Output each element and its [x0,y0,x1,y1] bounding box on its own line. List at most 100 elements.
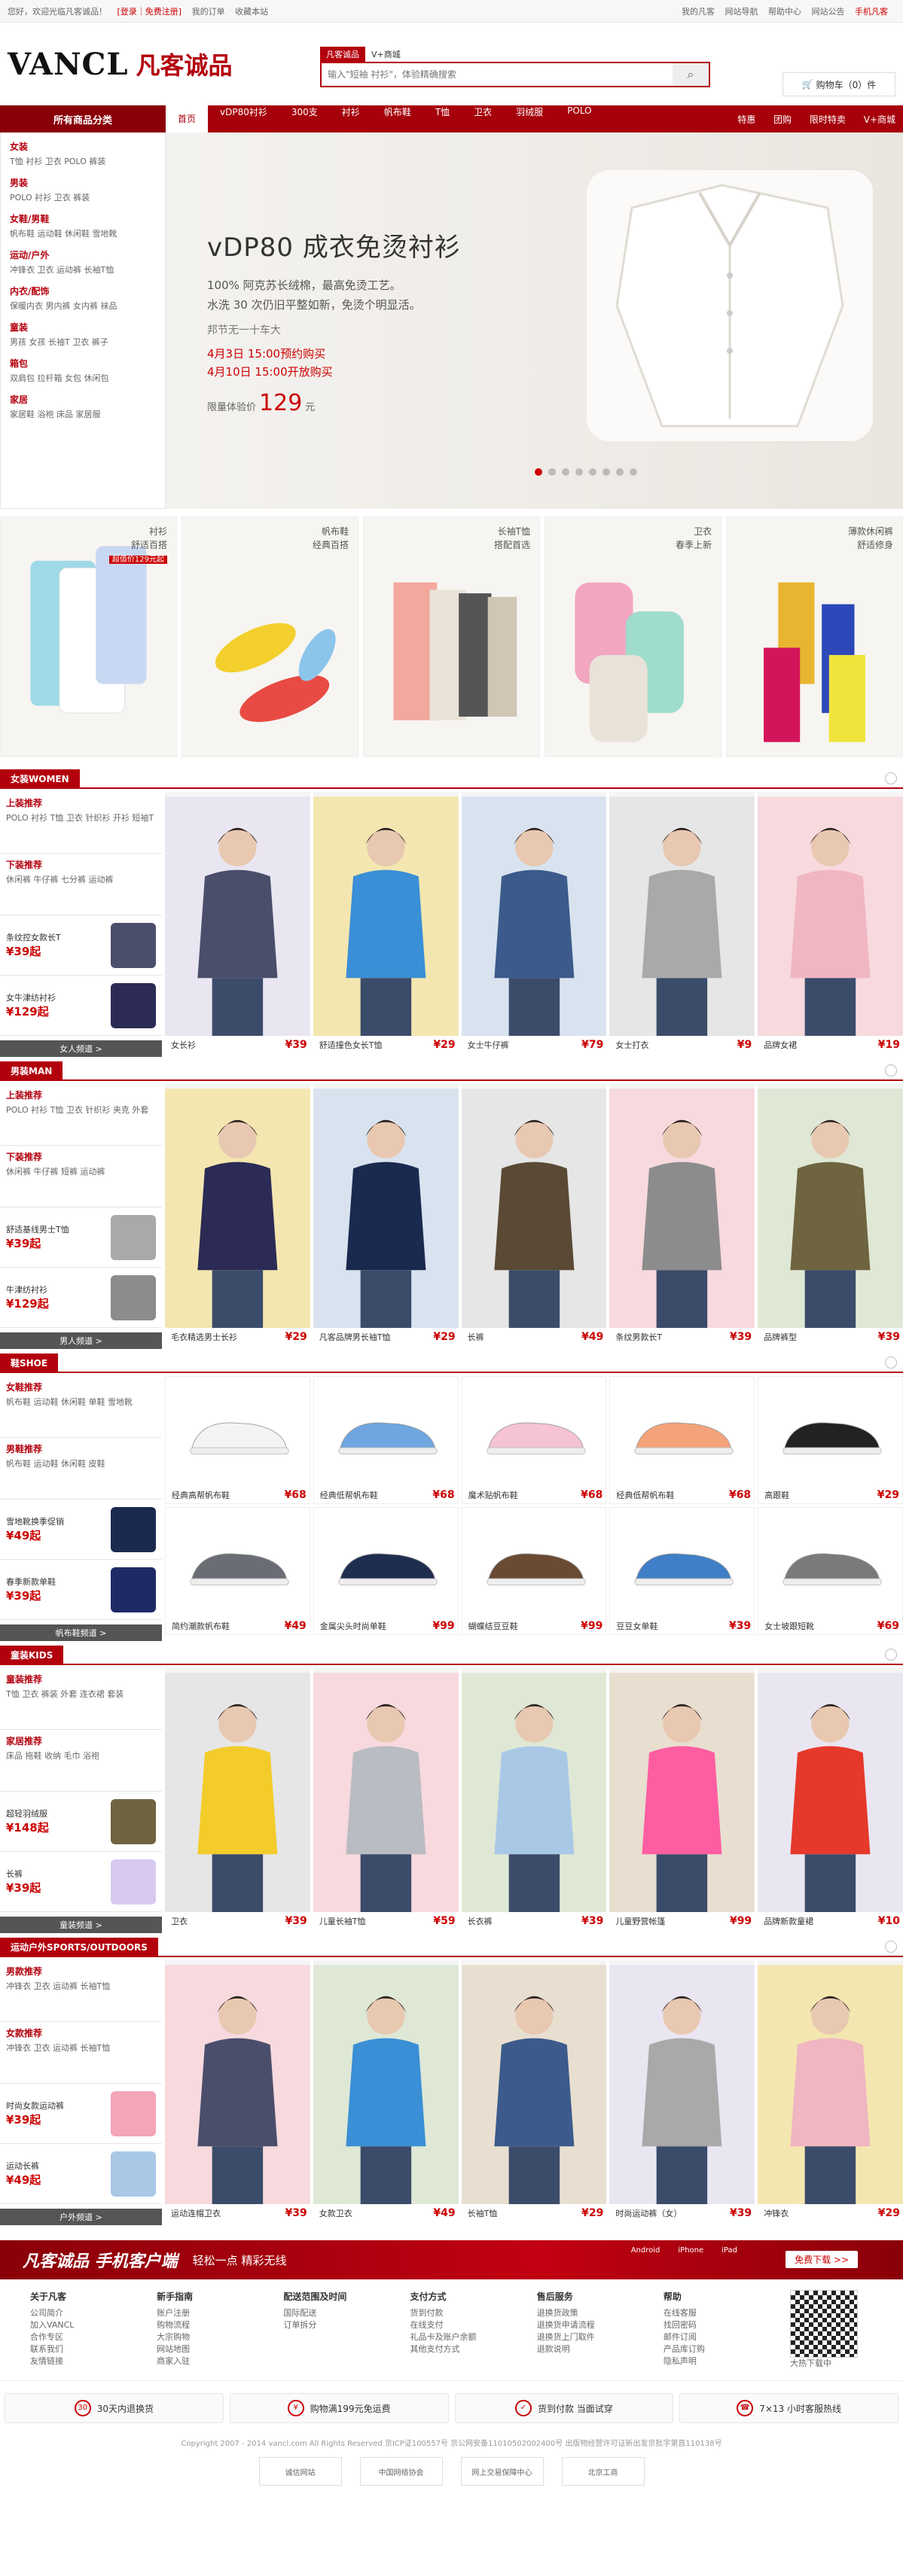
product-card[interactable]: 条纹男款长T ¥39 [609,1084,755,1346]
search-button[interactable]: ⌕ [673,63,709,86]
more-icon[interactable] [885,1941,897,1953]
nav-item-tshirt[interactable]: T恤 [423,105,462,132]
channel-link[interactable]: 童装频道 > [0,1917,162,1933]
category-title[interactable]: 运动/户外 [10,248,165,261]
footer-link[interactable]: 在线客服 [664,2307,790,2319]
footer-link[interactable]: 网站地图 [157,2343,283,2355]
recommend-title[interactable]: 上装推荐 [6,1089,156,1101]
promo-long-tee[interactable]: 长袖T恤 搭配首选 [363,516,540,757]
footer-link[interactable]: 大宗购物 [157,2331,283,2343]
section-tag[interactable]: 童装KIDS [0,1646,64,1664]
all-categories-button[interactable]: 所有商品分类 [0,105,166,132]
section-tag[interactable]: 女装WOMEN [0,769,80,787]
footer-link[interactable]: 找回密码 [664,2319,790,2331]
product-card[interactable]: 蝴蝶结豆豆鞋 ¥99 [461,1507,607,1635]
footer-link[interactable]: 退换货申请流程 [537,2319,664,2331]
category-women[interactable]: 女装 T恤 衬衫 卫衣 POLO 裤装 [10,140,165,167]
category-sub[interactable]: 帆布鞋 运动鞋 休闲鞋 雪地靴 [10,227,165,239]
carousel-dot[interactable] [602,468,610,476]
promo-hoodie[interactable]: 卫衣 春季上新 [545,516,721,757]
section-tag[interactable]: 运动户外SPORTS/OUTDOORS [0,1938,158,1956]
footer-link[interactable]: 隐私声明 [664,2355,790,2367]
nav-right-flash[interactable]: 限时特卖 [802,114,853,125]
carousel-dot[interactable] [561,468,569,476]
more-icon[interactable] [885,1357,897,1369]
nav-item-down-jacket[interactable]: 羽绒服 [504,105,555,132]
carousel-dot[interactable] [629,468,637,476]
recommend-title[interactable]: 男鞋推荐 [6,1442,156,1455]
category-sub[interactable]: 男孩 女孩 长袖T 卫衣 裤子 [10,336,165,348]
login-link[interactable]: [登录｜免费注册] [117,7,182,17]
product-card[interactable]: 女士打衣 ¥9 [609,792,755,1054]
product-card[interactable]: 儿童长袖T恤 ¥59 [313,1668,459,1930]
product-card[interactable]: 冲锋衣 ¥29 [758,1960,903,2222]
footer-link[interactable]: 订单拆分 [283,2319,410,2331]
mini-product[interactable]: 运动长裤 ¥49起 [0,2144,162,2204]
product-card[interactable]: 长裤 ¥49 [461,1084,607,1346]
product-card[interactable]: 时尚运动裤（女） ¥39 [609,1960,755,2222]
recommend-title[interactable]: 女鞋推荐 [6,1381,156,1393]
recommend-links[interactable]: POLO 衬衫 T恤 卫衣 针织衫 开衫 短袖T [6,812,156,824]
category-title[interactable]: 家居 [10,393,165,406]
promo-canvas-shoes[interactable]: 帆布鞋 经典百搭 [182,516,358,757]
carousel-dot[interactable] [615,468,624,476]
promo-pants[interactable]: 薄款休闲裤 舒适修身 [726,516,903,757]
nav-item-300[interactable]: 300支 [279,105,330,132]
ipad-icon[interactable]: iPad [721,2246,737,2255]
channel-link[interactable]: 帆布鞋频道 > [0,1624,162,1641]
footer-link[interactable]: 合作专区 [30,2331,157,2343]
recommend-title[interactable]: 上装推荐 [6,796,156,809]
recommend-title[interactable]: 下装推荐 [6,1150,156,1163]
logo[interactable]: VANCL 凡客诚品 [8,47,233,82]
nav-right-vplus[interactable]: V+商城 [856,114,903,125]
product-card[interactable]: 简约潮款帆布鞋 ¥49 [165,1507,310,1635]
product-card[interactable]: 女款卫衣 ¥49 [313,1960,459,2222]
trust-badge[interactable]: 网上交易保障中心 [460,2457,544,2486]
category-home[interactable]: 家居 家居鞋 浴袍 床品 家居服 [10,393,165,420]
trust-badge[interactable]: 中国网络协会 [359,2457,443,2486]
recommend-title[interactable]: 童装推荐 [6,1673,156,1685]
recommend-title[interactable]: 男款推荐 [6,1965,156,1978]
channel-link[interactable]: 女人频道 > [0,1040,162,1057]
nav-item-canvas-shoes[interactable]: 帆布鞋 [372,105,423,132]
carousel-dot[interactable] [534,468,542,476]
search-tab-vplus[interactable]: V+商城 [365,47,407,62]
footer-link[interactable]: 购物流程 [157,2319,283,2331]
cart-button[interactable]: 🛒 购物车（0）件 [782,72,895,96]
section-tag[interactable]: 男装MAN [0,1061,63,1079]
category-title[interactable]: 内衣/配饰 [10,285,165,297]
promo-shirt[interactable]: 衬衫 舒适百搭 超值价129元起 [0,516,177,757]
footer-link[interactable]: 退款说明 [537,2343,664,2355]
recommend-links[interactable]: 床品 拖鞋 收纳 毛巾 浴袍 [6,1750,156,1762]
category-sub[interactable]: 保暖内衣 男内裤 女内裤 袜品 [10,300,165,312]
hero-banner[interactable]: vDP80 成衣免烫衬衫 100% 阿克苏长绒棉，最高免烫工艺。 水洗 30 次… [166,132,903,509]
product-card[interactable]: 豆豆女单鞋 ¥39 [609,1507,755,1635]
category-kids[interactable]: 童装 男孩 女孩 长袖T 卫衣 裤子 [10,321,165,348]
product-card[interactable]: 经典低帮帆布鞋 ¥68 [609,1376,755,1504]
nav-right-group[interactable]: 团购 [766,114,799,125]
product-card[interactable]: 品牌新款童裙 ¥10 [758,1668,903,1930]
carousel-dot[interactable] [575,468,583,476]
product-card[interactable]: 长袖T恤 ¥29 [461,1960,607,2222]
product-card[interactable]: 品牌裤型 ¥39 [758,1084,903,1346]
recommend-links[interactable]: 帆布鞋 运动鞋 休闲鞋 单鞋 雪地靴 [6,1396,156,1408]
my-order-link[interactable]: 我的订单 [192,7,225,17]
product-card[interactable]: 金属尖头时尚单鞋 ¥99 [313,1507,459,1635]
mini-product[interactable]: 牛津纺衬衫 ¥129起 [0,1268,162,1328]
product-card[interactable]: 女士牛仔裤 ¥79 [461,792,607,1054]
mini-product[interactable]: 超轻羽绒服 ¥148起 [0,1792,162,1852]
nav-item-hoodie[interactable]: 卫衣 [462,105,504,132]
footer-link[interactable]: 联系我们 [30,2343,157,2355]
recommend-title[interactable]: 家居推荐 [6,1734,156,1747]
recommend-links[interactable]: 帆布鞋 运动鞋 休闲鞋 皮鞋 [6,1458,156,1470]
footer-link[interactable]: 退换货政策 [537,2307,664,2319]
mini-product[interactable]: 时尚女款运动裤 ¥39起 [0,2084,162,2144]
trust-badge[interactable]: 北京工商 [561,2457,645,2486]
product-card[interactable]: 高跟鞋 ¥29 [758,1376,903,1504]
footer-link[interactable]: 商家入驻 [157,2355,283,2367]
footer-link[interactable]: 礼品卡及账户余额 [410,2331,537,2343]
top-link-1[interactable]: 网站导航 [725,7,758,17]
product-card[interactable]: 经典低帮帆布鞋 ¥68 [313,1376,459,1504]
nav-item-shirt[interactable]: 衬衫 [330,105,372,132]
category-title[interactable]: 男装 [10,176,165,189]
